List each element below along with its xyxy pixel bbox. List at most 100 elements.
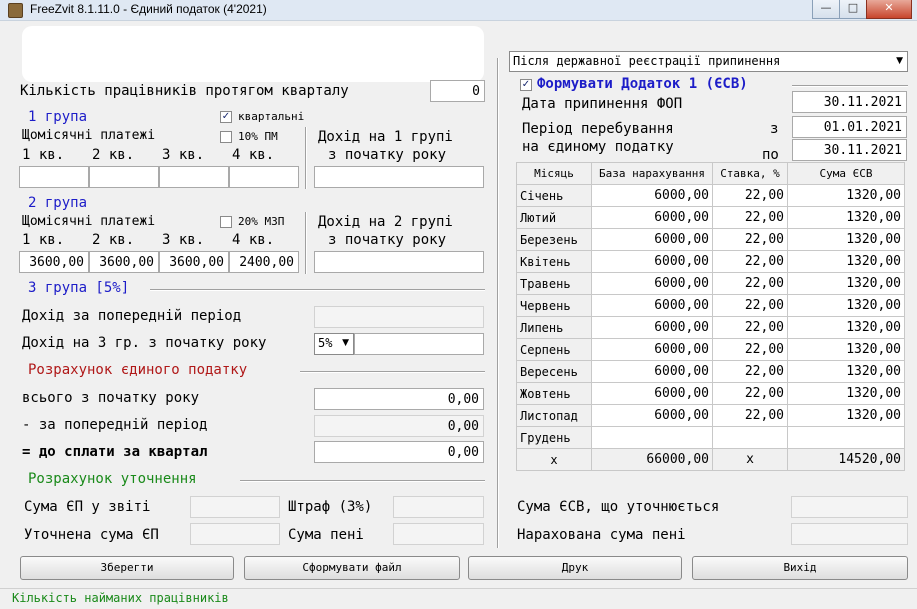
g1-income-label-2: з початку року — [328, 147, 447, 163]
table-row: Січень 6000,00 22,00 1320,00 — [516, 184, 905, 207]
quarterly-checkbox[interactable]: ✓ — [220, 111, 232, 123]
g1-q3-input[interactable] — [159, 166, 229, 188]
g2-q1-input[interactable]: 3600,00 — [19, 251, 89, 273]
base-cell[interactable]: 6000,00 — [591, 338, 713, 361]
base-cell[interactable]: 6000,00 — [591, 206, 713, 229]
calc-prev-input[interactable]: 0,00 — [314, 415, 484, 437]
g1-q2-input[interactable] — [89, 166, 159, 188]
g3-prev-input[interactable] — [314, 306, 484, 328]
rate-cell[interactable]: 22,00 — [712, 338, 788, 361]
mode-select[interactable]: Після державної реєстрації припинення ▼ — [509, 51, 908, 72]
rate-select[interactable]: 5% ▼ — [314, 333, 354, 355]
rate-cell[interactable]: 22,00 — [712, 250, 788, 273]
rate-cell[interactable]: 22,00 — [712, 206, 788, 229]
rate-cell[interactable]: 22,00 — [712, 294, 788, 317]
print-button[interactable]: Друк — [468, 556, 682, 580]
divider — [150, 289, 485, 291]
pm-label: 10% ПМ — [238, 130, 278, 143]
base-cell[interactable]: 6000,00 — [591, 316, 713, 339]
make-file-button[interactable]: Сформувати файл — [244, 556, 460, 580]
g1-q4-input[interactable] — [229, 166, 299, 188]
save-button[interactable]: Зберегти — [20, 556, 234, 580]
base-cell[interactable]: 6000,00 — [591, 250, 713, 273]
table-row: Вересень 6000,00 22,00 1320,00 — [516, 360, 905, 383]
base-cell[interactable]: 6000,00 — [591, 184, 713, 207]
minimize-button[interactable]: — — [812, 0, 840, 19]
g2-income-input[interactable] — [314, 251, 484, 273]
status-bar: Кількість найманих працівників — [0, 588, 917, 609]
table-row: Лютий 6000,00 22,00 1320,00 — [516, 206, 905, 229]
g2-q4-input[interactable]: 2400,00 — [229, 251, 299, 273]
mzp-checkbox[interactable] — [220, 216, 232, 228]
rate-cell[interactable] — [712, 426, 788, 449]
rate-cell[interactable]: 22,00 — [712, 360, 788, 383]
esv-penalty-input[interactable] — [791, 523, 908, 545]
sum-cell[interactable]: 1320,00 — [787, 404, 905, 427]
close-button[interactable]: ✕ — [866, 0, 912, 19]
window-title: FreeZvit 8.1.11.0 - Єдиний податок (4'20… — [30, 2, 267, 16]
quarterly-label: квартальні — [238, 110, 305, 123]
table-row: Листопад 6000,00 22,00 1320,00 — [516, 404, 905, 427]
clar-penalty-label: Сума пені — [288, 527, 364, 543]
from-date-input[interactable]: 01.01.2021 — [792, 116, 907, 138]
base-cell[interactable] — [591, 426, 713, 449]
esv-table: Місяць База нарахування Ставка, % Сума Є… — [516, 162, 905, 471]
g1-income-input[interactable] — [314, 166, 484, 188]
rate-cell[interactable]: 22,00 — [712, 382, 788, 405]
sum-cell[interactable]: 1320,00 — [787, 294, 905, 317]
rate-cell[interactable]: 22,00 — [712, 316, 788, 339]
rate-cell[interactable]: 22,00 — [712, 228, 788, 251]
g3-ytd-label: Дохід на 3 гр. з початку року — [22, 335, 267, 351]
esv-clar-label: Сума ЄСВ, що уточнюється — [517, 499, 720, 515]
rate-cell[interactable]: 22,00 — [712, 404, 788, 427]
sum-cell[interactable]: 1320,00 — [787, 228, 905, 251]
maximize-button[interactable]: □ — [839, 0, 867, 19]
clar-sum-report-input[interactable] — [190, 496, 280, 518]
sum-cell[interactable]: 1320,00 — [787, 184, 905, 207]
sum-cell[interactable]: 1320,00 — [787, 272, 905, 295]
g3-prev-label: Дохід за попередній період — [22, 308, 242, 324]
base-cell[interactable]: 6000,00 — [591, 294, 713, 317]
rate-cell[interactable]: 22,00 — [712, 272, 788, 295]
month-cell: Жовтень — [516, 382, 592, 405]
total-sum-cell: 14520,00 — [787, 448, 905, 471]
esv-clar-input[interactable] — [791, 496, 908, 518]
table-row: Квітень 6000,00 22,00 1320,00 — [516, 250, 905, 273]
divider — [300, 371, 485, 373]
base-cell[interactable]: 6000,00 — [591, 272, 713, 295]
to-date-input[interactable]: 30.11.2021 — [792, 139, 907, 161]
base-cell[interactable]: 6000,00 — [591, 404, 713, 427]
sum-cell[interactable]: 1320,00 — [787, 382, 905, 405]
rate-cell[interactable]: 22,00 — [712, 184, 788, 207]
sum-cell[interactable]: 1320,00 — [787, 206, 905, 229]
stop-date-input[interactable]: 30.11.2021 — [792, 91, 907, 113]
base-cell[interactable]: 6000,00 — [591, 382, 713, 405]
sum-cell[interactable]: 1320,00 — [787, 360, 905, 383]
base-cell[interactable]: 6000,00 — [591, 360, 713, 383]
period-label-1: Період перебування — [522, 121, 674, 137]
sum-cell[interactable] — [787, 426, 905, 449]
clar-fine-input[interactable] — [393, 496, 484, 518]
base-cell[interactable]: 6000,00 — [591, 228, 713, 251]
g1-q4-label: 4 кв. — [232, 147, 275, 163]
month-cell: Грудень — [516, 426, 592, 449]
calc-total-input[interactable]: 0,00 — [314, 388, 484, 410]
calc-pay-label: = до сплати за квартал — [22, 444, 208, 460]
g1-q1-input[interactable] — [19, 166, 89, 188]
g3-ytd-input[interactable] — [354, 333, 484, 355]
panel-divider — [497, 58, 499, 548]
g2-q2-label: 2 кв. — [92, 232, 135, 248]
g2-q3-input[interactable]: 3600,00 — [159, 251, 229, 273]
clar-clarified-input[interactable] — [190, 523, 280, 545]
sum-cell[interactable]: 1320,00 — [787, 250, 905, 273]
sum-cell[interactable]: 1320,00 — [787, 338, 905, 361]
workers-input[interactable]: 0 — [430, 80, 485, 102]
sum-cell[interactable]: 1320,00 — [787, 316, 905, 339]
g2-q2-input[interactable]: 3600,00 — [89, 251, 159, 273]
exit-button[interactable]: Вихід — [692, 556, 908, 580]
calc-pay-input[interactable]: 0,00 — [314, 441, 484, 463]
form-appendix-checkbox[interactable]: ✓ — [520, 79, 532, 91]
clar-penalty-input[interactable] — [393, 523, 484, 545]
pm-checkbox[interactable] — [220, 131, 232, 143]
status-text: Кількість найманих працівників — [12, 591, 229, 605]
